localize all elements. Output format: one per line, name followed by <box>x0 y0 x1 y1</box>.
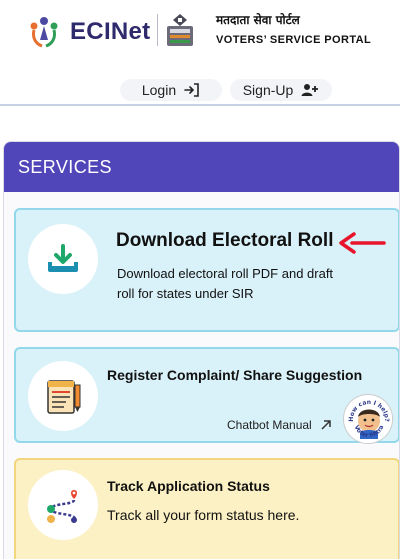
header-underline <box>0 104 400 106</box>
register-complaint-card[interactable]: Register Complaint/ Share Suggestion Cha… <box>14 347 399 444</box>
card-description: Download electoral roll PDF and draft ro… <box>117 266 334 301</box>
services-heading: SERVICES <box>4 142 399 192</box>
login-label: Login <box>141 82 177 98</box>
ballot-box-logo-icon <box>165 12 195 48</box>
card-title: Download Electoral Roll <box>116 230 334 251</box>
app-header: ECINet मतदाता सेवा पोर्टल VOTERS’ SERVIC… <box>0 0 400 106</box>
login-icon <box>184 83 200 97</box>
signup-button[interactable]: Sign-Up <box>230 79 332 101</box>
card-description: Track all your form status here. <box>107 507 300 523</box>
portal-title-english: VOTERS’ SERVICE PORTAL <box>216 34 372 46</box>
complaint-document-icon <box>28 361 98 431</box>
voter-mitra-chatbot-button[interactable]: How can I help? Voter Mitra <box>343 394 393 444</box>
external-arrow-icon <box>320 419 332 431</box>
login-button[interactable]: Login <box>120 79 222 101</box>
card-title: Track Application Status <box>107 478 270 494</box>
signup-label: Sign-Up <box>242 82 294 98</box>
header-divider <box>157 14 158 46</box>
eci-brand[interactable]: ECINet <box>26 12 156 52</box>
download-electoral-roll-card[interactable]: Download Electoral Roll Download elector… <box>14 208 399 332</box>
chatbot-manual-label: Chatbot Manual <box>227 418 312 432</box>
red-arrow-icon <box>338 232 386 254</box>
voter-mitra-avatar-icon: How can I help? Voter Mitra <box>345 396 392 443</box>
track-route-icon <box>28 470 98 540</box>
services-panel: SERVICES Download Electoral Roll Downloa… <box>3 141 400 559</box>
chatbot-manual-link[interactable]: Chatbot Manual <box>227 418 332 432</box>
add-user-icon <box>301 83 319 97</box>
portal-title-hindi: मतदाता सेवा पोर्टल <box>216 13 300 27</box>
track-application-status-card[interactable]: Track Application Status Track all your … <box>14 458 399 559</box>
download-icon <box>28 224 98 294</box>
portal-title: मतदाता सेवा पोर्टल VOTERS’ SERVICE PORTA… <box>216 12 371 46</box>
eci-logo-icon <box>26 14 62 50</box>
card-title: Register Complaint/ Share Suggestion <box>107 367 363 383</box>
brand-name: ECINet <box>70 18 151 45</box>
